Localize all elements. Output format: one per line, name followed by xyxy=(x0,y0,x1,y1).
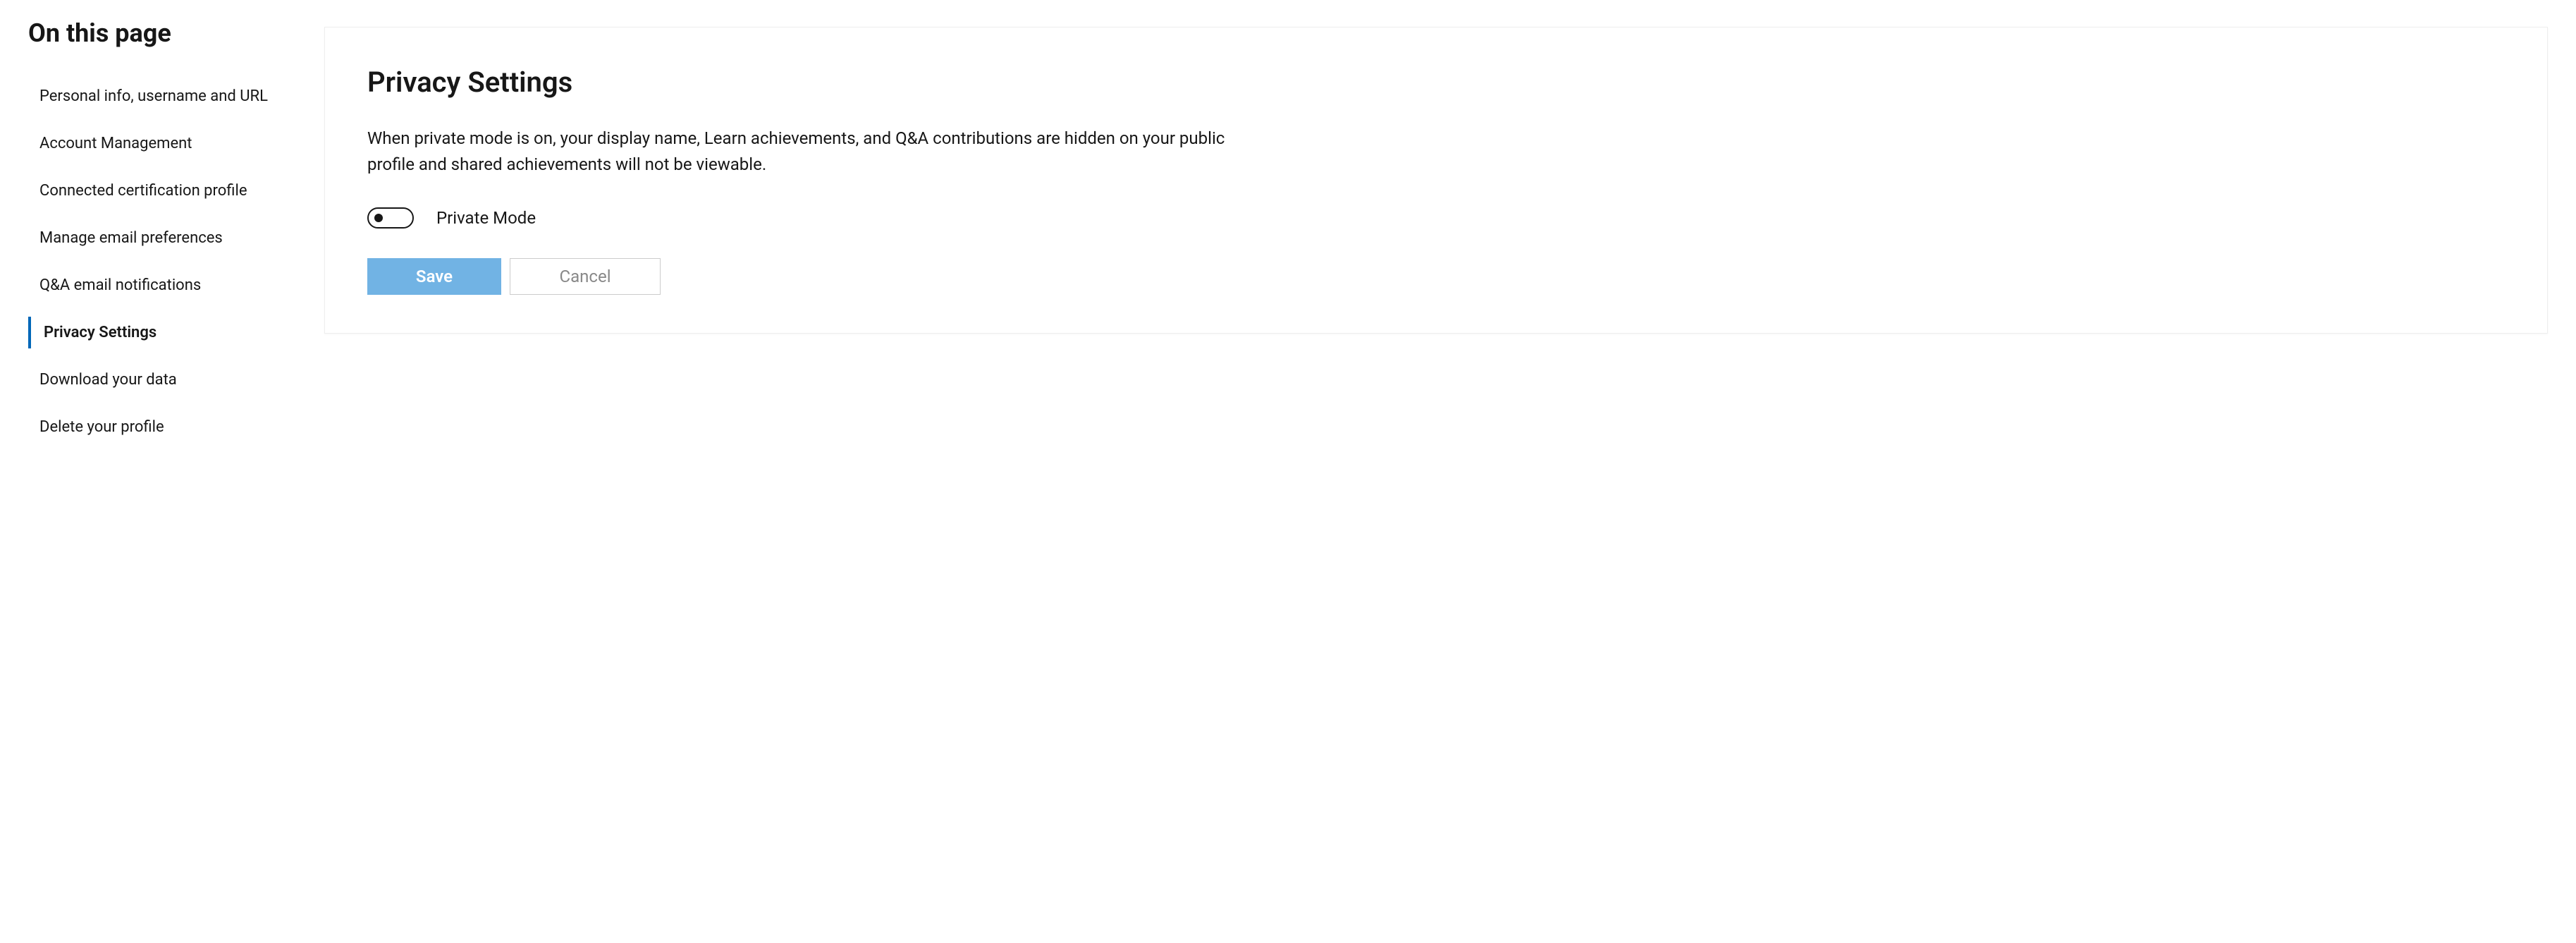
sidebar-item-connected-certification[interactable]: Connected certification profile xyxy=(28,175,289,207)
button-row: Save Cancel xyxy=(367,258,2505,295)
sidebar-item-download-your-data[interactable]: Download your data xyxy=(28,364,289,396)
toggle-knob xyxy=(374,214,383,222)
panel-description: When private mode is on, your display na… xyxy=(367,126,1256,178)
sidebar-item-manage-email-preferences[interactable]: Manage email preferences xyxy=(28,222,289,254)
sidebar-item-delete-your-profile[interactable]: Delete your profile xyxy=(28,411,289,443)
private-mode-toggle[interactable] xyxy=(367,207,414,229)
sidebar: On this page Personal info, username and… xyxy=(28,14,289,458)
sidebar-nav: Personal info, username and URL Account … xyxy=(28,80,289,458)
privacy-settings-panel: Privacy Settings When private mode is on… xyxy=(324,27,2548,334)
panel-title: Privacy Settings xyxy=(367,66,2505,99)
private-mode-toggle-row: Private Mode xyxy=(367,207,2505,229)
cancel-button[interactable]: Cancel xyxy=(510,258,661,295)
save-button[interactable]: Save xyxy=(367,258,501,295)
sidebar-item-personal-info[interactable]: Personal info, username and URL xyxy=(28,80,289,112)
sidebar-item-privacy-settings[interactable]: Privacy Settings xyxy=(28,317,289,348)
sidebar-title: On this page xyxy=(28,18,289,48)
sidebar-item-qa-email-notifications[interactable]: Q&A email notifications xyxy=(28,269,289,301)
private-mode-toggle-label: Private Mode xyxy=(436,208,536,228)
sidebar-item-account-management[interactable]: Account Management xyxy=(28,128,289,159)
main-content: Privacy Settings When private mode is on… xyxy=(289,14,2548,458)
